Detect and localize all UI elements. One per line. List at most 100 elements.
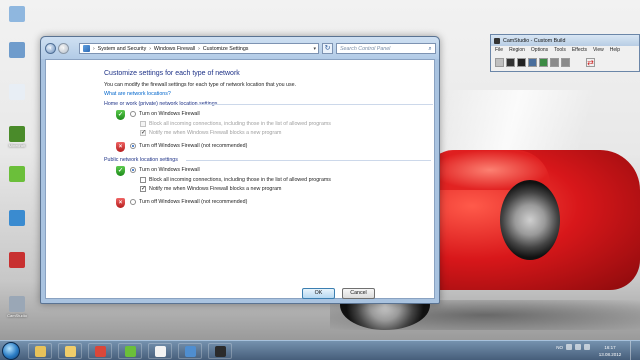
options-icon[interactable] bbox=[539, 58, 548, 67]
back-arrow-icon[interactable]: ‹ bbox=[45, 43, 56, 54]
desktop-icon[interactable] bbox=[3, 252, 31, 269]
camstudio-menu-help[interactable]: Help bbox=[610, 47, 620, 53]
home-block-all-option[interactable]: Block all incoming connections, includin… bbox=[140, 121, 331, 127]
desktop-icon[interactable]: CamStudio bbox=[3, 296, 31, 318]
language-indicator[interactable]: NO bbox=[556, 345, 563, 350]
pause-icon[interactable] bbox=[506, 58, 515, 67]
control-panel-icon bbox=[83, 45, 90, 52]
cancel-button[interactable]: Cancel bbox=[342, 288, 375, 299]
public-notify-option[interactable]: ✓ Notify me when Windows Firewall blocks… bbox=[140, 186, 281, 192]
taskbar-item[interactable] bbox=[118, 343, 142, 359]
breadcrumb-windows-firewall[interactable]: Windows Firewall bbox=[154, 46, 195, 52]
home-turn-on-label: Turn on Windows Firewall bbox=[139, 111, 200, 117]
camstudio-icon bbox=[494, 37, 500, 44]
chat-icon bbox=[155, 346, 166, 357]
taskbar-item[interactable] bbox=[58, 343, 82, 359]
refresh-icon[interactable]: ↻ bbox=[322, 43, 333, 54]
tray-arrow-icon[interactable] bbox=[566, 344, 572, 350]
network-icon bbox=[9, 42, 25, 58]
camstudio-menu-view[interactable]: View bbox=[593, 47, 604, 53]
home-block-all-label: Block all incoming connections, includin… bbox=[149, 121, 331, 127]
app-icon bbox=[9, 210, 25, 226]
search-icon[interactable]: ⌕ bbox=[425, 44, 435, 54]
region-icon[interactable] bbox=[528, 58, 537, 67]
camstudio-menu-file[interactable]: File bbox=[495, 47, 503, 53]
home-turn-on-radio[interactable] bbox=[130, 111, 136, 117]
wallpaper-car-wheel bbox=[500, 180, 560, 260]
taskbar-item[interactable] bbox=[28, 343, 52, 359]
breadcrumb-customize-settings[interactable]: Customize Settings bbox=[203, 46, 249, 52]
document-icon bbox=[9, 84, 25, 100]
chrome-icon bbox=[95, 346, 106, 357]
home-notify-option[interactable]: ✓ Notify me when Windows Firewall blocks… bbox=[140, 130, 281, 136]
chevron-down-icon[interactable]: ▾ bbox=[313, 46, 316, 52]
breadcrumb-system-security[interactable]: System and Security bbox=[98, 46, 147, 52]
camstudio-menu-effects[interactable]: Effects bbox=[572, 47, 587, 53]
spotify-icon bbox=[125, 346, 136, 357]
camstudio-menu-options[interactable]: Options bbox=[531, 47, 548, 53]
network-tray-icon[interactable] bbox=[575, 344, 581, 350]
start-button[interactable] bbox=[2, 342, 20, 360]
public-notify-checkbox[interactable]: ✓ bbox=[140, 186, 146, 192]
desktop-icon-label: Minecraft bbox=[8, 143, 26, 148]
page-description: You can modify the firewall settings for… bbox=[104, 82, 297, 88]
window-toolbar: ‹ › › System and Security › Windows Fire… bbox=[41, 37, 439, 59]
divider bbox=[186, 160, 431, 161]
home-turn-off-radio[interactable] bbox=[130, 143, 136, 149]
address-bar[interactable]: › System and Security › Windows Firewall… bbox=[79, 43, 319, 54]
camstudio-title: CamStudio - Custom Build bbox=[503, 37, 566, 44]
clock[interactable]: 16:17 13.08.2012 bbox=[598, 344, 622, 358]
home-notify-label: Notify me when Windows Firewall blocks a… bbox=[149, 130, 282, 136]
desktop-icon[interactable] bbox=[3, 84, 31, 101]
camstudio-menu-region[interactable]: Region bbox=[509, 47, 525, 53]
video-icon[interactable] bbox=[550, 58, 559, 67]
ok-button[interactable]: OK bbox=[302, 288, 335, 299]
firewall-settings-window: ‹ › › System and Security › Windows Fire… bbox=[40, 36, 440, 304]
explorer-icon bbox=[35, 346, 46, 357]
search-input[interactable]: Search Control Panel ⌕ bbox=[336, 43, 436, 54]
desktop: Minecraft CamStudio ‹ › › System and Secu… bbox=[0, 0, 640, 340]
spotify-icon bbox=[9, 166, 25, 182]
public-block-all-checkbox[interactable] bbox=[140, 177, 146, 183]
clock-time: 16:17 bbox=[604, 345, 616, 350]
taskbar: NO 16:17 13.08.2012 bbox=[0, 340, 640, 360]
clock-date: 13.08.2012 bbox=[598, 352, 622, 357]
record-icon[interactable] bbox=[495, 58, 504, 67]
camstudio-titlebar[interactable]: CamStudio - Custom Build bbox=[491, 35, 639, 46]
forward-arrow-icon[interactable]: › bbox=[58, 43, 69, 54]
public-turn-on-radio[interactable] bbox=[130, 167, 136, 173]
public-block-all-option[interactable]: Block all incoming connections, includin… bbox=[140, 177, 331, 183]
annotate-icon[interactable] bbox=[561, 58, 570, 67]
desktop-icon-label: CamStudio bbox=[7, 313, 27, 318]
folder-icon bbox=[65, 346, 76, 357]
public-turn-on-label: Turn on Windows Firewall bbox=[139, 167, 200, 173]
desktop-icon[interactable] bbox=[3, 42, 31, 59]
desktop-icon[interactable] bbox=[3, 6, 31, 23]
page-title: Customize settings for each type of netw… bbox=[104, 70, 240, 77]
taskbar-item[interactable] bbox=[148, 343, 172, 359]
camstudio-menubar: File Region Options Tools Effects View Help bbox=[491, 46, 639, 54]
home-turn-off-option[interactable]: Turn off Windows Firewall (not recommend… bbox=[130, 143, 247, 149]
public-turn-off-radio[interactable] bbox=[130, 199, 136, 205]
search-placeholder: Search Control Panel bbox=[340, 45, 391, 52]
desktop-icon[interactable] bbox=[3, 166, 31, 183]
show-desktop-button[interactable] bbox=[630, 341, 640, 360]
public-turn-on-option[interactable]: Turn on Windows Firewall bbox=[130, 167, 200, 173]
public-turn-off-option[interactable]: Turn off Windows Firewall (not recommend… bbox=[130, 199, 247, 205]
taskbar-item[interactable] bbox=[88, 343, 112, 359]
taskbar-item[interactable] bbox=[178, 343, 202, 359]
desktop-icon[interactable] bbox=[3, 210, 31, 227]
camstudio-menu-tools[interactable]: Tools bbox=[554, 47, 566, 53]
home-notify-checkbox[interactable]: ✓ bbox=[140, 130, 146, 136]
autopan-icon[interactable]: ⇄ bbox=[586, 58, 595, 67]
camstudio-icon bbox=[215, 346, 226, 357]
volume-icon[interactable] bbox=[584, 344, 590, 350]
shield-x-icon: × bbox=[116, 142, 125, 152]
home-block-all-checkbox[interactable] bbox=[140, 121, 146, 127]
desktop-icon[interactable]: Minecraft bbox=[3, 126, 31, 148]
stop-icon[interactable] bbox=[517, 58, 526, 67]
taskbar-item[interactable] bbox=[208, 343, 232, 359]
public-network-group-title: Public network location settings bbox=[104, 157, 178, 163]
home-turn-on-option[interactable]: Turn on Windows Firewall bbox=[130, 111, 200, 117]
network-locations-link[interactable]: What are network locations? bbox=[104, 91, 171, 97]
